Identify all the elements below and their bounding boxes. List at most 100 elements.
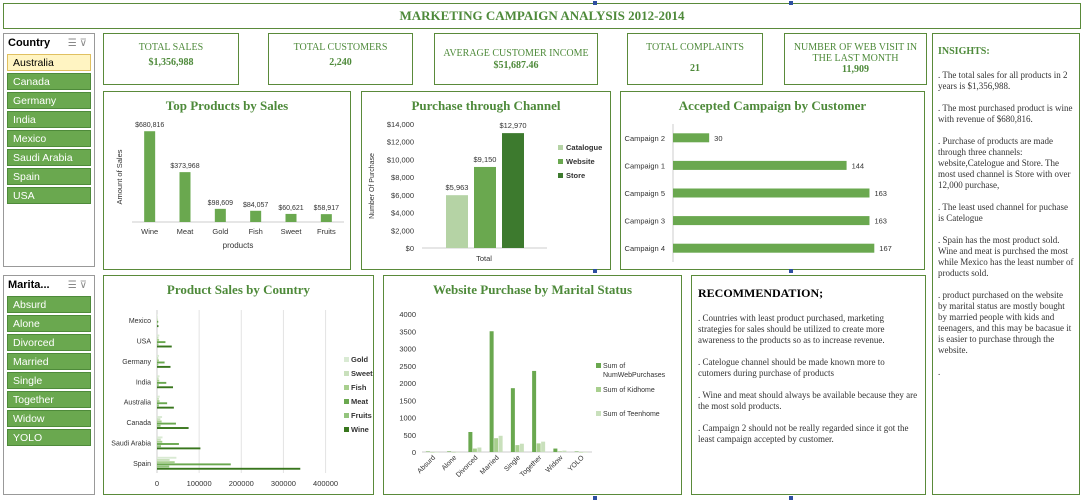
bar-campaign-5 bbox=[673, 188, 870, 198]
y-tick-label: 500 bbox=[403, 431, 416, 440]
bar-alone-2 bbox=[456, 451, 461, 453]
slicer-item-marital-married[interactable]: Married bbox=[7, 353, 91, 370]
bar-wine-usa bbox=[157, 345, 172, 348]
slicer-item-marital-single[interactable]: Single bbox=[7, 372, 91, 389]
country-slicer[interactable]: Country ☰⊽ Australia Canada Germany India Me… bbox=[3, 33, 95, 267]
slicer-item-country-mexico[interactable]: Mexico bbox=[7, 130, 91, 147]
y-tick-label: 2500 bbox=[399, 362, 416, 371]
bar-gold-mexico bbox=[157, 314, 158, 317]
bar-married-2 bbox=[498, 435, 503, 452]
dashboard-title: MARKETING CAMPAIGN ANALYSIS 2012-2014 bbox=[3, 3, 1081, 29]
bar-together-0 bbox=[532, 370, 537, 452]
bar-fish-spain bbox=[157, 461, 175, 464]
legend-label: NumWebPurchases bbox=[603, 372, 666, 379]
y-tick-label: 2000 bbox=[399, 379, 416, 388]
channel-chart: Purchase through Channel $0 $2,000 $4,000 $… bbox=[361, 91, 611, 270]
tick-label: Total bbox=[476, 254, 492, 263]
y-tick-label: 1500 bbox=[399, 396, 416, 405]
bar-wine-canada bbox=[157, 427, 189, 429]
bar-gold-india bbox=[157, 375, 160, 378]
bar-website bbox=[474, 166, 496, 248]
data-label: $58,917 bbox=[314, 205, 339, 212]
data-label: 144 bbox=[852, 161, 865, 170]
chart-title: Website Purchase by Marital Status bbox=[432, 282, 633, 297]
insight-paragraph: . The total sales for all products in 2 … bbox=[938, 70, 1068, 91]
slicer-item-marital-alone[interactable]: Alone bbox=[7, 315, 91, 332]
chart-title: Product Sales by Country bbox=[166, 282, 311, 297]
legend-label: Store bbox=[566, 171, 585, 180]
data-label: 163 bbox=[874, 189, 887, 198]
country-sales-chart: Product Sales by Country 0 100000 200000 30… bbox=[103, 275, 374, 495]
multi-select-icon[interactable]: ☰⊽ bbox=[68, 280, 90, 291]
y-tick-label: $8,000 bbox=[391, 173, 414, 182]
slicer-item-country-usa[interactable]: USA bbox=[7, 187, 91, 204]
bar-fruits-saudi-arabia bbox=[157, 445, 162, 448]
campaign-chart: Accepted Campaign by Customer Campaign 2… bbox=[620, 91, 925, 270]
bar-absurd-1 bbox=[430, 452, 435, 453]
selection-handle bbox=[789, 496, 793, 500]
slicer-item-marital-widow[interactable]: Widow bbox=[7, 410, 91, 427]
chart-title: Purchase through Channel bbox=[411, 98, 561, 113]
chart-title: Accepted Campaign by Customer bbox=[678, 98, 867, 113]
tick-label: Fish bbox=[249, 227, 263, 236]
legend-label: Catalogue bbox=[566, 143, 602, 152]
bar-gold-saudi-arabia bbox=[157, 436, 163, 439]
data-label: $84,057 bbox=[243, 202, 268, 209]
bar-meat-saudi-arabia bbox=[157, 443, 179, 445]
bar-fruits-canada bbox=[157, 424, 161, 427]
legend-label: Fish bbox=[351, 383, 367, 392]
bar-divorced-2 bbox=[477, 447, 482, 452]
bar-campaign-1 bbox=[673, 160, 847, 170]
multi-select-icon[interactable]: ☰⊽ bbox=[68, 38, 90, 49]
bar-alone-1 bbox=[451, 451, 456, 453]
data-label: $9,150 bbox=[474, 155, 497, 164]
slicer-item-country-canada[interactable]: Canada bbox=[7, 73, 91, 90]
tick-label: Divorced bbox=[455, 454, 480, 479]
marital-chart: Website Purchase by Marital Status 0 500 1… bbox=[383, 275, 682, 495]
bar-meat-spain bbox=[157, 463, 231, 466]
bar-campaign-4 bbox=[673, 243, 875, 253]
slicer-item-marital-absurd[interactable]: Absurd bbox=[7, 296, 91, 313]
tick-label: Widow bbox=[545, 454, 565, 474]
bar-together-1 bbox=[536, 443, 541, 452]
bar-wine bbox=[144, 131, 156, 222]
bar-meat-canada bbox=[157, 422, 176, 425]
tick-label: Alone bbox=[441, 454, 459, 472]
bar-store bbox=[502, 133, 524, 248]
bar-fish-germany bbox=[157, 359, 159, 362]
bar-gold-australia bbox=[157, 395, 160, 398]
bar-wine-saudi-arabia bbox=[157, 447, 201, 450]
legend-swatch bbox=[344, 357, 349, 362]
bar-sweet-germany bbox=[157, 357, 159, 360]
tick-label: Sweet bbox=[281, 227, 303, 236]
tick-label: Germany bbox=[122, 359, 151, 366]
bar-fish-australia bbox=[157, 400, 160, 402]
bar-meat-germany bbox=[157, 361, 165, 364]
legend-label: Website bbox=[566, 157, 595, 166]
bar-meat-usa bbox=[157, 341, 166, 344]
tick-label: Campaign 4 bbox=[625, 244, 665, 253]
slicer-item-marital-divorced[interactable]: Divorced bbox=[7, 334, 91, 351]
y-tick-label: 3000 bbox=[399, 345, 416, 354]
slicer-item-country-germany[interactable]: Germany bbox=[7, 92, 91, 109]
legend-label: Fruits bbox=[351, 411, 372, 420]
slicer-item-marital-yolo[interactable]: YOLO bbox=[7, 429, 91, 446]
bar-single-0 bbox=[510, 388, 515, 452]
slicer-item-country-india[interactable]: India bbox=[7, 111, 91, 128]
tick-label: Together bbox=[519, 454, 544, 479]
recommendation-paragraph: . Campaign 2 should not be really regard… bbox=[698, 423, 909, 444]
tick-label: India bbox=[136, 379, 151, 386]
slicer-item-country-saudi-arabia[interactable]: Saudi Arabia bbox=[7, 149, 91, 166]
tick-label: Meat bbox=[177, 227, 195, 236]
marital-slicer[interactable]: Marita... ☰⊽ Absurd Alone Divorced Married S… bbox=[3, 275, 95, 495]
y-tick-label: $6,000 bbox=[391, 191, 414, 200]
slicer-item-marital-together[interactable]: Together bbox=[7, 391, 91, 408]
bar-fish bbox=[250, 210, 262, 222]
slicer-item-country-australia[interactable]: Australia bbox=[7, 54, 91, 71]
bar-alone-0 bbox=[447, 451, 452, 452]
slicer-item-country-spain[interactable]: Spain bbox=[7, 168, 91, 185]
bar-catalogue bbox=[446, 195, 468, 248]
bar-fish-india bbox=[157, 379, 160, 382]
bar-gold-usa bbox=[157, 334, 160, 337]
bar-meat-australia bbox=[157, 402, 168, 405]
